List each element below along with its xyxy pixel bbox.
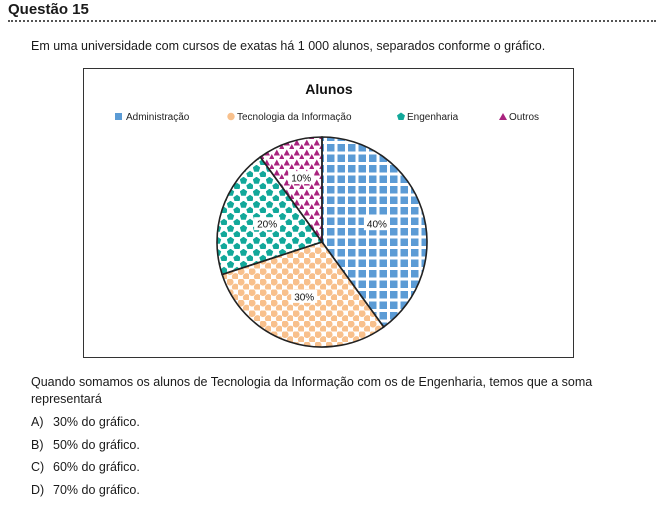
option-b[interactable]: B) 50% do gráfico. <box>31 438 140 461</box>
legend-marker-square <box>115 113 122 120</box>
legend-label-engenharia: Engenharia <box>407 112 459 123</box>
slice-label-engenharia: 20% <box>257 220 277 231</box>
option-text: 50% do gráfico. <box>53 438 140 461</box>
legend-marker-circle <box>227 113 234 120</box>
slice-label-tecnologia-da-informacao: 30% <box>294 292 314 303</box>
option-letter: C) <box>31 460 53 483</box>
option-c[interactable]: C) 60% do gráfico. <box>31 460 140 483</box>
legend-marker-pentagon <box>397 113 405 121</box>
question-title: Questão 15 <box>8 1 89 18</box>
dotted-divider <box>8 20 656 22</box>
legend-label-outros: Outros <box>509 112 539 123</box>
pie-chart-frame: Alunos Administração Tecnologia da Infor… <box>83 68 574 358</box>
answer-options: A) 30% do gráfico. B) 50% do gráfico. C)… <box>31 415 140 505</box>
chart-title: Alunos <box>305 81 353 97</box>
question-text: Quando somamos os alunos de Tecnologia d… <box>31 374 641 408</box>
slice-label-administracao: 40% <box>367 220 387 231</box>
option-letter: A) <box>31 415 53 438</box>
option-letter: B) <box>31 438 53 461</box>
legend-label-ti: Tecnologia da Informação <box>237 112 352 123</box>
slice-label-outros: 10% <box>291 174 311 185</box>
option-text: 70% do gráfico. <box>53 483 140 505</box>
option-text: 30% do gráfico. <box>53 415 140 438</box>
intro-text: Em uma universidade com cursos de exatas… <box>31 39 545 53</box>
pie-chart: Alunos Administração Tecnologia da Infor… <box>84 69 575 359</box>
legend-label-administracao: Administração <box>126 112 190 123</box>
option-a[interactable]: A) 30% do gráfico. <box>31 415 140 438</box>
option-d[interactable]: D) 70% do gráfico. <box>31 483 140 505</box>
option-text: 60% do gráfico. <box>53 460 140 483</box>
legend-marker-triangle <box>499 113 507 120</box>
option-letter: D) <box>31 483 53 505</box>
